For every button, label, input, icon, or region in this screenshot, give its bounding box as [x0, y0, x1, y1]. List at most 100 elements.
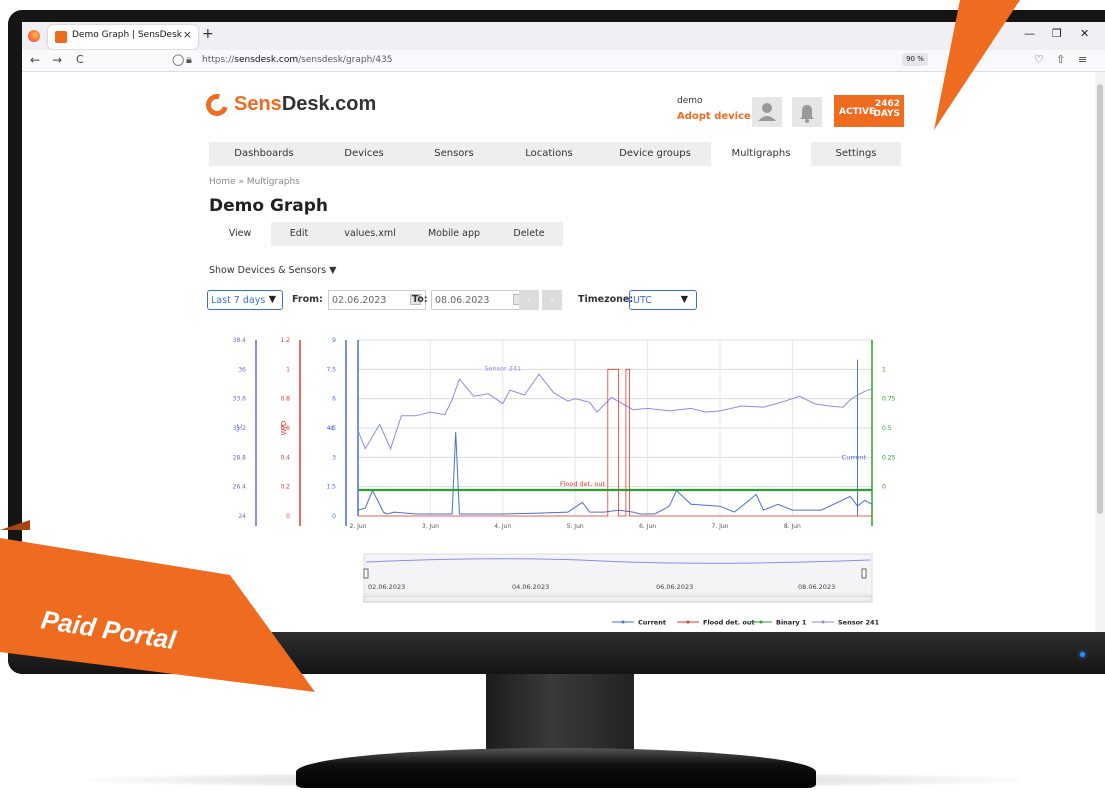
nav-item-dashboards[interactable]: Dashboards — [209, 142, 319, 166]
legend-marker — [821, 620, 825, 624]
browser-tab[interactable]: Demo Graph | SensDesk × — [48, 25, 198, 49]
timezone-select[interactable]: UTC ▼ — [629, 290, 697, 310]
legend-marker — [621, 620, 625, 624]
power-led — [1080, 652, 1085, 657]
back-button[interactable]: ← — [30, 53, 40, 67]
nav-item-device-groups[interactable]: Device groups — [599, 142, 711, 166]
subtab-values-xml[interactable]: values.xml — [327, 222, 413, 246]
axis-title: A — [328, 425, 336, 430]
menu-icon[interactable]: ≡ — [1078, 53, 1087, 66]
axis-tick-label: 26.4 — [233, 484, 247, 491]
active-unit: DAYS — [873, 109, 900, 119]
annotation-current: Current — [842, 453, 867, 461]
close-window-button[interactable]: ✕ — [1080, 27, 1089, 40]
axis-tick-label: 0 — [332, 513, 336, 520]
series-line-sensor-241[interactable] — [357, 373, 873, 451]
monitor-neck — [486, 666, 634, 758]
new-tab-button[interactable]: + — [202, 26, 214, 42]
adopt-device-link[interactable]: Adopt device — [677, 111, 751, 122]
navigator-tick-label: 08.06.2023 — [798, 583, 835, 591]
nav-item-settings[interactable]: Settings — [811, 142, 901, 166]
user-icon — [758, 103, 776, 121]
period-select[interactable]: Last 7 days ▼ — [207, 290, 283, 310]
axis-tick-label: 1.5 — [326, 484, 336, 491]
from-label: From: — [292, 294, 323, 305]
next-period-button[interactable]: › — [542, 290, 562, 310]
tracking-shield-icon[interactable]: ◯ — [172, 53, 184, 66]
username[interactable]: demo — [677, 96, 703, 106]
restore-button[interactable]: ❐ — [1052, 27, 1062, 40]
navigator-tick-label: 04.06.2023 — [512, 583, 549, 591]
breadcrumb[interactable]: Home » Multigraphs — [209, 177, 300, 187]
legend-marker — [686, 620, 690, 624]
nav-item-sensors[interactable]: Sensors — [409, 142, 499, 166]
navigator-handle-left[interactable] — [363, 568, 369, 579]
x-tick-label: 7. Jun — [711, 523, 728, 530]
subtab-edit[interactable]: Edit — [271, 222, 327, 246]
pocket-icon[interactable]: ♡ — [1034, 53, 1044, 66]
show-devices-toggle[interactable]: Show Devices & Sensors ▼ — [209, 265, 336, 276]
nav-item-locations[interactable]: Locations — [499, 142, 599, 166]
legend-item[interactable]: Binary 1 — [776, 619, 807, 627]
sensdesk-logo-icon — [201, 89, 233, 121]
legend-item[interactable]: Flood det. out — [703, 619, 755, 627]
x-tick-label: 2. Jun — [349, 523, 366, 530]
axis-tick-label: 0.8 — [280, 396, 290, 403]
axis-tick-label: 1.2 — [280, 337, 290, 344]
axis-title: W/D — [280, 421, 288, 436]
navigator-area[interactable] — [363, 553, 873, 595]
x-tick-label: 4. Jun — [494, 523, 511, 530]
axis-tick-label: 1 — [286, 366, 290, 373]
url-bar[interactable]: ◯ 🔒︎ https://sensdesk.com/sensdesk/graph… — [170, 52, 930, 70]
axis-tick-label: 0 — [286, 513, 290, 520]
period-value: Last 7 days — [211, 295, 266, 306]
logo-part-b: Desk.com — [281, 93, 377, 115]
graph-subtabs: View Edit values.xml Mobile app Delete — [209, 222, 563, 246]
axis-tick-label: 24 — [238, 513, 246, 520]
from-date-value: 02.06.2023 — [332, 295, 387, 306]
main-navigation: Dashboards Devices Sensors Locations Device … — [209, 142, 901, 166]
axis-tick-label: 3 — [332, 454, 336, 461]
notifications-button[interactable] — [792, 97, 822, 127]
to-label: To: — [412, 294, 428, 305]
nav-item-devices[interactable]: Devices — [319, 142, 409, 166]
legend-item[interactable]: Current — [638, 619, 666, 627]
to-date-input[interactable]: 08.06.2023 — [431, 290, 529, 310]
legend-item[interactable]: Sensor 241 — [838, 619, 880, 627]
subtab-delete[interactable]: Delete — [495, 222, 563, 246]
user-avatar-button[interactable] — [752, 97, 782, 127]
active-days-badge[interactable]: ACTIVE 2462 DAYS — [834, 95, 904, 127]
period-caret-icon: ▼ — [268, 294, 276, 305]
axis-title: °C — [236, 424, 244, 433]
minimize-button[interactable]: — — [1024, 27, 1035, 40]
corner-ribbon — [934, 0, 1020, 130]
logo-part-a: Sens — [234, 93, 282, 115]
axis-tick-label: 0.5 — [882, 425, 892, 432]
axis-tick-label: 6 — [332, 396, 336, 403]
scrollbar-thumb[interactable] — [1097, 84, 1103, 514]
reload-button[interactable]: C — [76, 53, 84, 66]
active-count: 2462 — [874, 99, 900, 109]
forward-button[interactable]: → — [52, 53, 62, 67]
tab-close-icon[interactable]: × — [183, 28, 192, 41]
navigator-scrollbar[interactable] — [363, 595, 873, 603]
x-tick-label: 6. Jun — [639, 523, 656, 530]
monitor-base — [296, 748, 816, 788]
series-line-current[interactable] — [357, 431, 873, 515]
subtab-mobile-app[interactable]: Mobile app — [413, 222, 495, 246]
lock-icon[interactable]: 🔒︎ — [186, 53, 192, 67]
share-icon[interactable]: ⇧ — [1056, 53, 1065, 66]
axis-tick-label: 0.75 — [882, 396, 896, 403]
x-tick-label: 8. Jun — [784, 523, 801, 530]
subtab-view[interactable]: View — [209, 222, 271, 246]
page-scrollbar[interactable] — [1095, 72, 1105, 632]
bell-icon — [800, 105, 814, 123]
nav-item-multigraphs[interactable]: Multigraphs — [711, 142, 811, 166]
navigator-handle-right[interactable] — [861, 568, 867, 579]
to-date-value: 08.06.2023 — [435, 295, 490, 306]
series-line-flood[interactable] — [358, 368, 872, 517]
paid-portal-banner: Paid Portal — [0, 520, 315, 692]
prev-period-button[interactable]: ‹ — [519, 290, 539, 310]
axis-tick-label: 33.6 — [233, 396, 247, 403]
axis-tick-label: 7.5 — [326, 366, 336, 373]
